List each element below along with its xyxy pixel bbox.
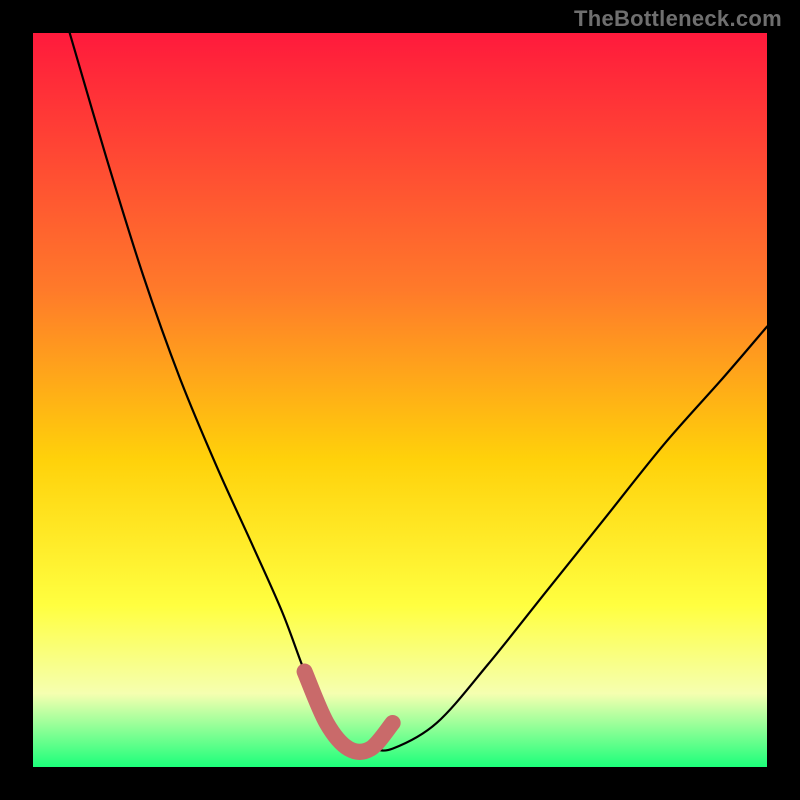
gradient-panel (33, 33, 767, 767)
chart-stage: TheBottleneck.com (0, 0, 800, 800)
bottleneck-chart (0, 0, 800, 800)
watermark-text: TheBottleneck.com (574, 6, 782, 32)
